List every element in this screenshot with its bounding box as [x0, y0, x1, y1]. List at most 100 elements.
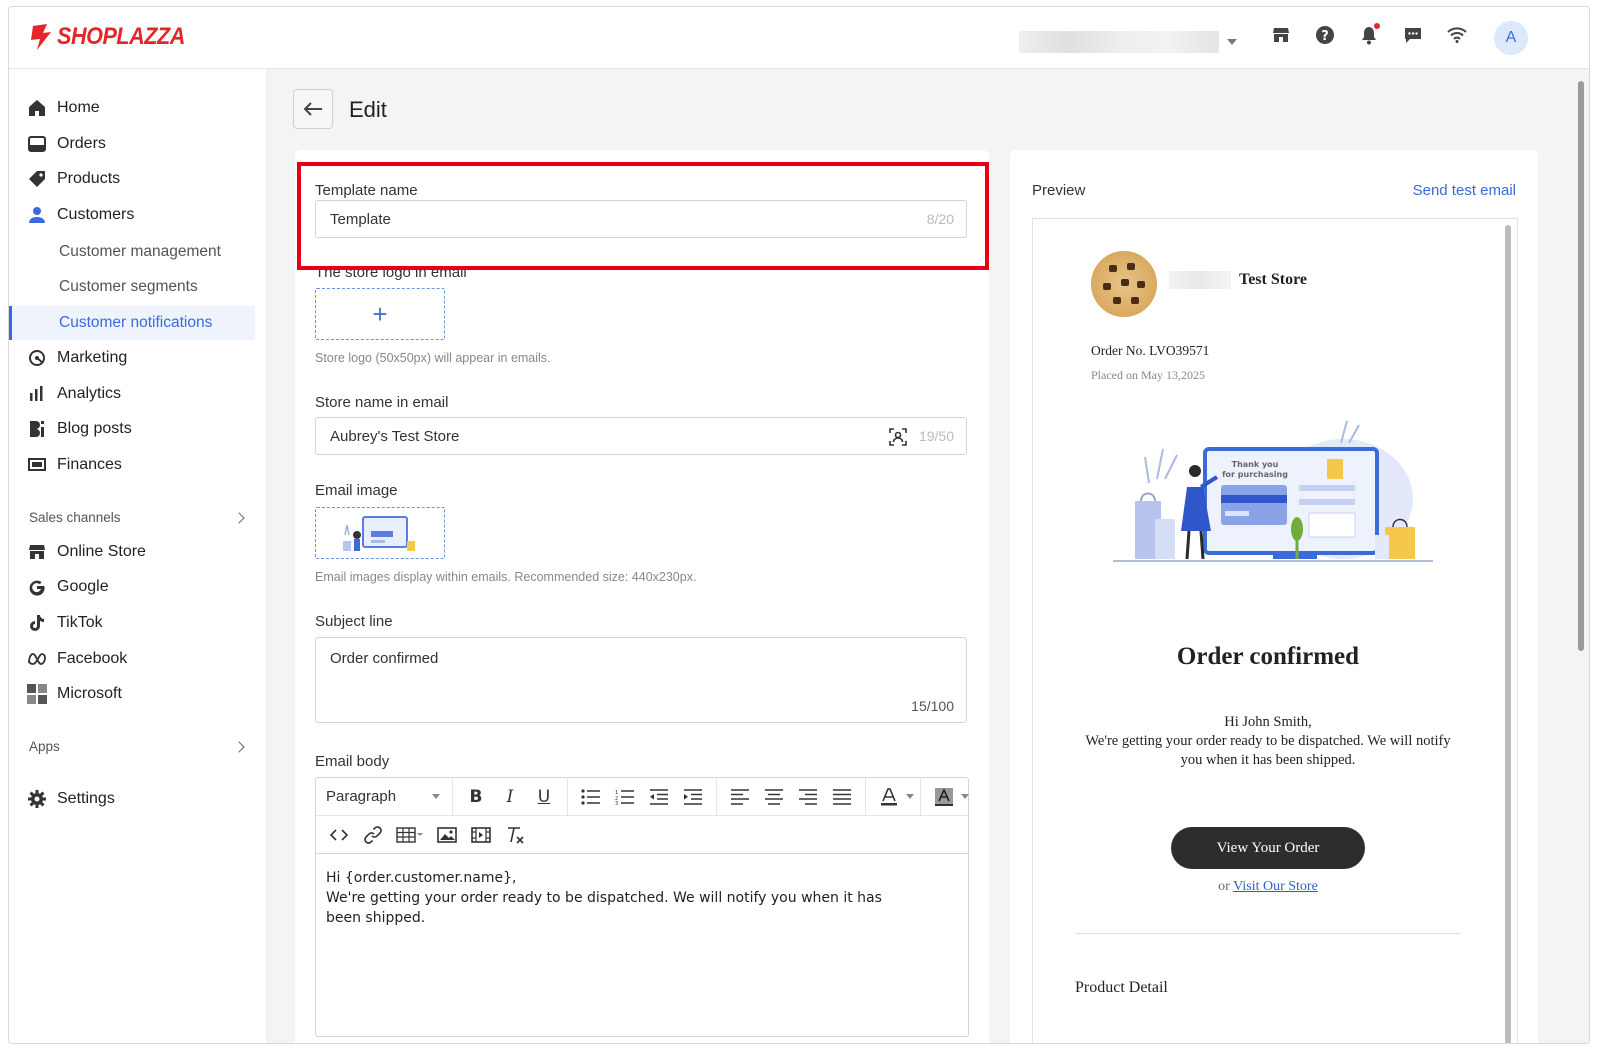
sales-channels-label: Sales channels [29, 510, 121, 525]
clear-formatting-icon[interactable] [498, 821, 532, 849]
store-logo-label: The store logo in email [315, 264, 467, 281]
sidebar-item-label: Home [57, 99, 100, 116]
avatar[interactable]: A [1494, 21, 1528, 55]
sidebar-item-customers[interactable]: Customers [9, 198, 255, 232]
plus-icon: + [372, 298, 388, 329]
preview-message-text: We're getting your order ready to be dis… [1085, 733, 1451, 768]
subject-line-label: Subject line [315, 613, 393, 630]
email-image-upload[interactable] [315, 507, 445, 559]
sidebar-item-facebook[interactable]: Facebook [9, 642, 255, 676]
sidebar-item-orders[interactable]: Orders [9, 127, 255, 161]
outdent-icon[interactable] [642, 783, 676, 811]
email-preview: Test Store Order No. LVO39571 Placed on … [1032, 218, 1518, 1043]
text-color-icon[interactable] [872, 783, 906, 811]
image-icon[interactable] [430, 821, 464, 849]
editor-toolbar: Paragraph B I U 123 [316, 777, 969, 854]
email-body-line: been shipped. [326, 910, 426, 926]
bold-icon[interactable]: B [459, 783, 493, 811]
orders-icon [27, 134, 47, 154]
sidebar-item-label: Orders [57, 135, 106, 152]
sidebar-item-marketing[interactable]: Marketing [9, 341, 255, 375]
bell-icon[interactable] [1359, 23, 1380, 45]
shoplazza-logo[interactable]: SHOPLAZZA [29, 23, 199, 51]
sidebar-item-online-store[interactable]: Online Store [9, 535, 255, 569]
sidebar-item-microsoft[interactable]: Microsoft [9, 677, 255, 711]
subject-line-input[interactable]: Order confirmed 15/100 [315, 637, 967, 723]
code-icon[interactable] [322, 821, 356, 849]
visit-store-line: or Visit Our Store [1033, 879, 1503, 895]
store-icon[interactable] [1271, 25, 1291, 45]
align-right-icon[interactable] [791, 783, 825, 811]
sales-channels-section[interactable]: Sales channels [29, 510, 249, 525]
sidebar-item-google[interactable]: Google [9, 570, 255, 604]
page-scrollbar-thumb[interactable] [1578, 81, 1584, 651]
sidebar-item-settings[interactable]: Settings [9, 782, 255, 816]
italic-icon[interactable]: I [493, 783, 527, 811]
blog-icon [27, 419, 47, 439]
illustration-text-2: for purchasing [1222, 470, 1288, 479]
insert-group [316, 816, 538, 854]
list-group: 123 [568, 777, 717, 816]
indent-icon[interactable] [676, 783, 710, 811]
email-body-content[interactable]: Hi {order.customer.name}, We're getting … [316, 854, 968, 942]
store-selector[interactable] [1019, 29, 1239, 55]
wifi-icon[interactable] [1447, 25, 1467, 45]
meta-icon [27, 649, 47, 669]
sidebar-item-tiktok[interactable]: TikTok [9, 606, 255, 640]
visit-our-store-link[interactable]: Visit Our Store [1233, 879, 1318, 894]
sidebar-item-blog-posts[interactable]: Blog posts [9, 412, 255, 446]
sidebar-item-finances[interactable]: Finances [9, 448, 255, 482]
toolbar-row-2 [316, 816, 538, 854]
sidebar-subitem-customer-management[interactable]: Customer management [9, 235, 255, 269]
sidebar-subitem-customer-notifications[interactable]: Customer notifications [9, 306, 255, 340]
sidebar-item-analytics[interactable]: Analytics [9, 377, 255, 411]
variable-insert-icon[interactable] [888, 427, 908, 451]
paragraph-select[interactable]: Paragraph [322, 788, 446, 805]
home-icon [27, 98, 47, 118]
store-icon [27, 542, 47, 562]
table-icon[interactable] [390, 821, 430, 849]
chevron-down-icon[interactable] [906, 794, 914, 799]
numbered-list-icon[interactable]: 123 [608, 783, 642, 811]
highlight-color-icon[interactable] [927, 783, 961, 811]
email-image-label: Email image [315, 482, 398, 499]
page-title: Edit [349, 97, 387, 122]
template-name-label: Template name [315, 182, 418, 199]
align-center-icon[interactable] [757, 783, 791, 811]
tag-icon [27, 169, 47, 189]
color-group [866, 777, 921, 816]
page-scrollbar[interactable] [1577, 69, 1585, 1043]
preview-title: Preview [1032, 182, 1086, 199]
align-justify-icon[interactable] [825, 783, 859, 811]
illustration-text-1: Thank you [1232, 460, 1279, 469]
svg-text:?: ? [1321, 29, 1329, 44]
preview-card: Preview Send test email Test Store Order… [1010, 150, 1538, 1043]
sidebar-item-label: Microsoft [57, 685, 122, 702]
underline-icon[interactable]: U [527, 783, 561, 811]
finances-icon [27, 455, 47, 475]
chevron-right-icon [233, 740, 245, 753]
store-name-input[interactable]: Aubrey's Test Store 19/50 [315, 417, 967, 455]
apps-section[interactable]: Apps [29, 739, 249, 754]
link-icon[interactable] [356, 821, 390, 849]
video-icon[interactable] [464, 821, 498, 849]
view-your-order-button[interactable]: View Your Order [1171, 827, 1365, 869]
help-icon[interactable]: ? [1315, 25, 1335, 45]
chevron-down-icon [1227, 39, 1237, 45]
align-left-icon[interactable] [723, 783, 757, 811]
preview-divider [1075, 933, 1461, 934]
preview-heading: Order confirmed [1176, 643, 1360, 670]
apps-label: Apps [29, 739, 60, 754]
chevron-down-icon[interactable] [961, 794, 969, 799]
bullet-list-icon[interactable] [574, 783, 608, 811]
chat-icon[interactable] [1403, 25, 1423, 45]
back-button[interactable] [293, 89, 333, 129]
sidebar-subitem-customer-segments[interactable]: Customer segments [9, 270, 255, 304]
email-body-editor[interactable]: Paragraph B I U 123 Hi {order.customer.n… [315, 777, 969, 1037]
sidebar-item-home[interactable]: Home [9, 91, 255, 125]
template-name-input[interactable]: Template 8/20 [315, 200, 967, 238]
store-logo-upload[interactable]: + [315, 288, 445, 340]
send-test-email-link[interactable]: Send test email [1413, 182, 1516, 199]
preview-scrollbar[interactable] [1505, 225, 1511, 1043]
sidebar-item-products[interactable]: Products [9, 162, 255, 196]
